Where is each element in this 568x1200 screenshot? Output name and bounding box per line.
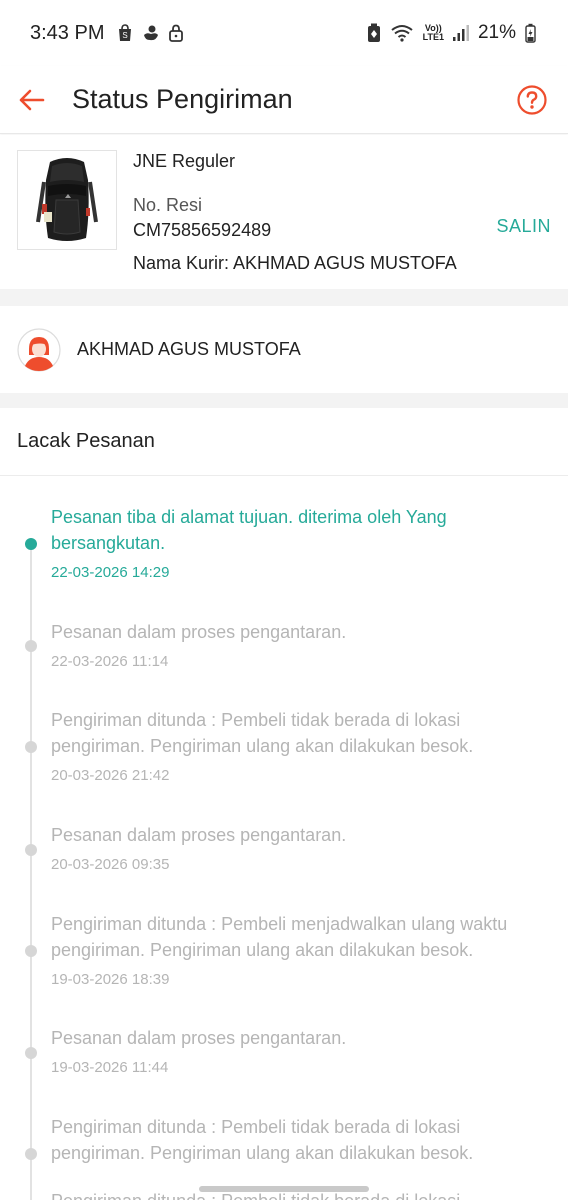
duck-notification-icon	[142, 24, 160, 42]
courier-name: Nama Kurir: AKHMAD AGUS MUSTOFA	[133, 253, 457, 273]
help-button[interactable]	[496, 66, 568, 134]
timeline-dot	[25, 1047, 37, 1059]
event-time: 22-03-2026 11:14	[51, 653, 169, 670]
recipient-avatar-icon	[17, 327, 61, 372]
event-message: Pesanan dalam proses pengantaran.	[51, 1028, 347, 1048]
help-circle-icon	[517, 84, 547, 115]
battery-saver-icon	[367, 23, 381, 43]
event-message: Pesanan dalam proses pengantaran.	[51, 825, 347, 845]
event-message: Pesanan tiba di alamat tujuan. diterima …	[51, 507, 447, 553]
battery-charging-icon	[525, 23, 536, 43]
status-time: 3:43 PM	[30, 21, 105, 44]
recipient-name: AKHMAD AGUS MUSTOFA	[77, 339, 301, 359]
timeline-dot	[25, 538, 37, 550]
wifi-icon	[390, 24, 414, 42]
signal-icon	[452, 25, 469, 41]
event-time: 20-03-2026 09:35	[51, 856, 170, 873]
shopee-notification-icon: S	[117, 24, 133, 42]
tracking-title: Lacak Pesanan	[0, 408, 568, 476]
shipment-card: JNE Reguler No. Resi CM75856592489 Nama …	[0, 135, 568, 289]
screen: 3:43 PM S Vo)) LTE1 21% Status Pengirima…	[0, 0, 568, 1200]
tracking-number-label: No. Resi	[133, 195, 203, 215]
page-title: Status Pengiriman	[72, 84, 293, 114]
copy-tracking-button[interactable]: SALIN	[496, 216, 551, 237]
event-message: Pengiriman ditunda : Pembeli tidak berad…	[51, 710, 474, 756]
product-thumbnail[interactable]	[17, 150, 117, 250]
timeline-dot	[25, 945, 37, 957]
back-button[interactable]	[0, 66, 62, 134]
volte-line2: LTE1	[422, 32, 444, 42]
event-time: 19-03-2026 18:39	[51, 971, 170, 988]
event-time: 20-03-2026 21:42	[51, 767, 170, 784]
courier-service: JNE Reguler	[133, 151, 236, 171]
status-bar-left: 3:43 PM S	[30, 21, 184, 45]
recipient-row: AKHMAD AGUS MUSTOFA	[0, 306, 568, 393]
shipment-info: JNE Reguler No. Resi CM75856592489 Nama …	[133, 151, 457, 274]
section-divider	[0, 393, 568, 408]
tracking-section: Lacak Pesanan Pesanan tiba di alamat tuj…	[0, 408, 568, 1200]
back-arrow-icon	[19, 89, 45, 110]
home-indicator[interactable]	[199, 1186, 369, 1192]
timeline-dot	[25, 640, 37, 652]
event-time: 22-03-2026 14:29	[51, 564, 170, 581]
event-message: Pengiriman ditunda : Pembeli tidak berad…	[51, 1117, 474, 1163]
backpack-product-image	[36, 158, 98, 241]
event-message: Pengiriman ditunda : Pembeli menjadwalka…	[51, 914, 508, 960]
timeline-dot	[25, 844, 37, 856]
battery-percent: 21%	[477, 22, 516, 43]
timeline-dot	[25, 741, 37, 753]
app-bar: Status Pengiriman	[0, 66, 568, 134]
event-time: 19-03-2026 11:44	[51, 1059, 169, 1076]
section-divider	[0, 289, 568, 306]
svg-text:S: S	[123, 31, 128, 40]
event-message: Pesanan dalam proses pengantaran.	[51, 622, 347, 642]
lock-icon	[169, 24, 184, 42]
timeline-dot	[25, 1148, 37, 1160]
status-bar: 3:43 PM S Vo)) LTE1 21%	[0, 0, 568, 66]
status-bar-right: Vo)) LTE1 21%	[367, 22, 536, 44]
tracking-number: CM75856592489	[133, 220, 272, 240]
volte-indicator: Vo)) LTE1	[423, 24, 444, 42]
